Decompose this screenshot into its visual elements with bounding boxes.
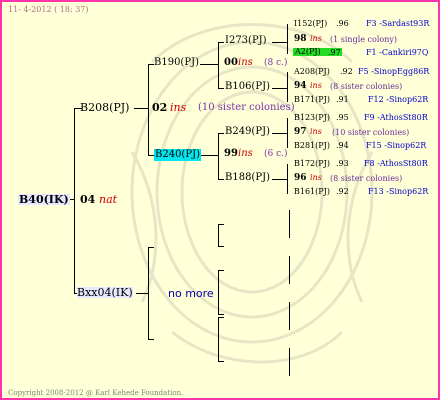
leaf-value: .91 — [336, 95, 349, 104]
leaf-breeder[interactable]: F5 -SinopEgg86R — [358, 68, 429, 76]
leaf-queen[interactable]: B161(PJ) — [294, 188, 330, 196]
mother-link — [136, 293, 148, 294]
root-connector — [74, 108, 75, 294]
leaf-note: (8 sister colonies) — [330, 82, 403, 91]
leaf-connector — [287, 72, 288, 102]
ff-dam-stub — [218, 88, 224, 89]
fm-dam-stub — [218, 179, 224, 180]
leaf-value: .92 — [340, 67, 353, 76]
leaf-connector — [287, 118, 288, 148]
leaf-value: .97 — [328, 48, 341, 57]
fm-queen[interactable]: B240(PJ) — [154, 149, 201, 161]
father-link — [134, 108, 148, 109]
ff-gen: 00 — [224, 57, 238, 68]
copyright-footer: Copyright 2008-2012 @ Karl Kehede Founda… — [8, 389, 184, 397]
empty-leaf — [289, 302, 290, 330]
ff-tag: ins — [238, 57, 253, 68]
fm-sire-queen[interactable]: B249(PJ) — [225, 127, 270, 137]
leaf-breeder[interactable]: F13 -Sinop62R — [368, 188, 428, 196]
leaf-breeder[interactable]: F3 -Sardast93R — [366, 20, 429, 28]
leaf-value: .92 — [336, 187, 349, 196]
leaf-note: (1 single colony) — [330, 35, 397, 44]
mother-queen[interactable]: Bxx04(IK) — [77, 287, 133, 298]
ff-dam-queen[interactable]: B106(PJ) — [225, 82, 270, 92]
root-gen: 04 — [80, 193, 96, 206]
leaf-queen[interactable]: B171(PJ) — [294, 96, 330, 104]
fm-connector — [218, 133, 219, 179]
empty-leaf — [289, 210, 290, 238]
leaf-value: .93 — [336, 159, 349, 168]
leaf-queen[interactable]: B123(PJ) — [294, 114, 330, 122]
father-connector — [148, 64, 149, 156]
leaf-tag: ins — [310, 34, 322, 43]
leaf-queen[interactable]: B172(PJ) — [294, 160, 330, 168]
empty-branch-3 — [218, 317, 219, 361]
leaf-link — [272, 42, 287, 43]
mother-connector — [148, 247, 149, 339]
leaf-queen[interactable]: I152(PJ) — [294, 20, 327, 28]
leaf-value: .95 — [336, 113, 349, 122]
leaf-breeder[interactable]: F12 -Sinop62R — [368, 96, 428, 104]
mother-empty-bottom — [148, 339, 154, 340]
leaf-tag: ins — [310, 81, 322, 90]
ff-queen[interactable]: B190(PJ) — [154, 58, 199, 68]
leaf-queen[interactable]: A208(PJ) — [294, 68, 330, 76]
leaf-value: .94 — [336, 141, 349, 150]
empty-branch-2 — [218, 270, 219, 314]
leaf-link — [272, 133, 287, 134]
leaf-gen: 94 — [294, 81, 307, 91]
pedigree-frame: { "header": { "date_line": "11- 4-2012 (… — [0, 0, 440, 400]
empty-stub — [218, 317, 224, 318]
no-more-label: no more — [168, 287, 214, 300]
leaf-tag: ins — [310, 127, 322, 136]
leaf-breeder[interactable]: F15 -Sinop62R — [366, 142, 426, 150]
fm-dam-queen[interactable]: B188(PJ) — [225, 173, 270, 183]
ff-link — [200, 64, 218, 65]
leaf-gen: 98 — [294, 34, 307, 44]
leaf-link — [272, 179, 287, 180]
leaf-breeder[interactable]: F9 -AthosSt80R — [364, 114, 428, 122]
empty-stub — [218, 361, 224, 362]
empty-stub — [218, 314, 224, 315]
leaf-queen[interactable]: B281(PJ) — [294, 142, 330, 150]
ff-sire-stub — [218, 42, 224, 43]
fm-link — [200, 155, 218, 156]
father-queen[interactable]: B208(PJ) — [80, 102, 129, 113]
leaf-breeder[interactable]: F1 -Cankiri97Q — [366, 49, 428, 57]
leaf-connector — [287, 164, 288, 194]
date-line: 11- 4-2012 ( 18: 37) — [8, 5, 89, 14]
leaf-breeder[interactable]: F8 -AthosSt80R — [364, 160, 428, 168]
ff-connector — [218, 42, 219, 88]
root-tag: nat — [99, 193, 118, 206]
empty-stub — [218, 270, 224, 271]
father-gen: 02 — [152, 101, 168, 114]
fm-gen: 99 — [224, 148, 238, 159]
ff-sire-queen[interactable]: I273(PJ) — [225, 36, 267, 46]
fm-sire-stub — [218, 133, 224, 134]
leaf-value: .96 — [336, 19, 349, 28]
empty-stub — [218, 224, 224, 225]
father-tag: ins — [170, 101, 187, 114]
leaf-tag: ins — [310, 173, 322, 182]
fm-note: (6 c.) — [264, 149, 288, 159]
leaf-note: (10 sister colonies) — [332, 128, 410, 137]
empty-branch-1 — [218, 224, 219, 246]
leaf-gen: 97 — [294, 127, 307, 137]
father-note: (10 sister colonies) — [198, 102, 295, 113]
empty-leaf — [289, 348, 290, 376]
leaf-connector — [287, 24, 288, 54]
ff-note: (8 c.) — [264, 58, 288, 68]
leaf-gen: 96 — [294, 173, 307, 183]
mother-empty-top — [148, 247, 154, 248]
root-queen[interactable]: B40(IK) — [18, 194, 70, 205]
leaf-link — [272, 88, 287, 89]
leaf-note: (8 sister colonies) — [330, 174, 403, 183]
empty-stub — [218, 246, 224, 247]
fm-tag: ins — [238, 148, 253, 159]
empty-leaf — [289, 256, 290, 284]
